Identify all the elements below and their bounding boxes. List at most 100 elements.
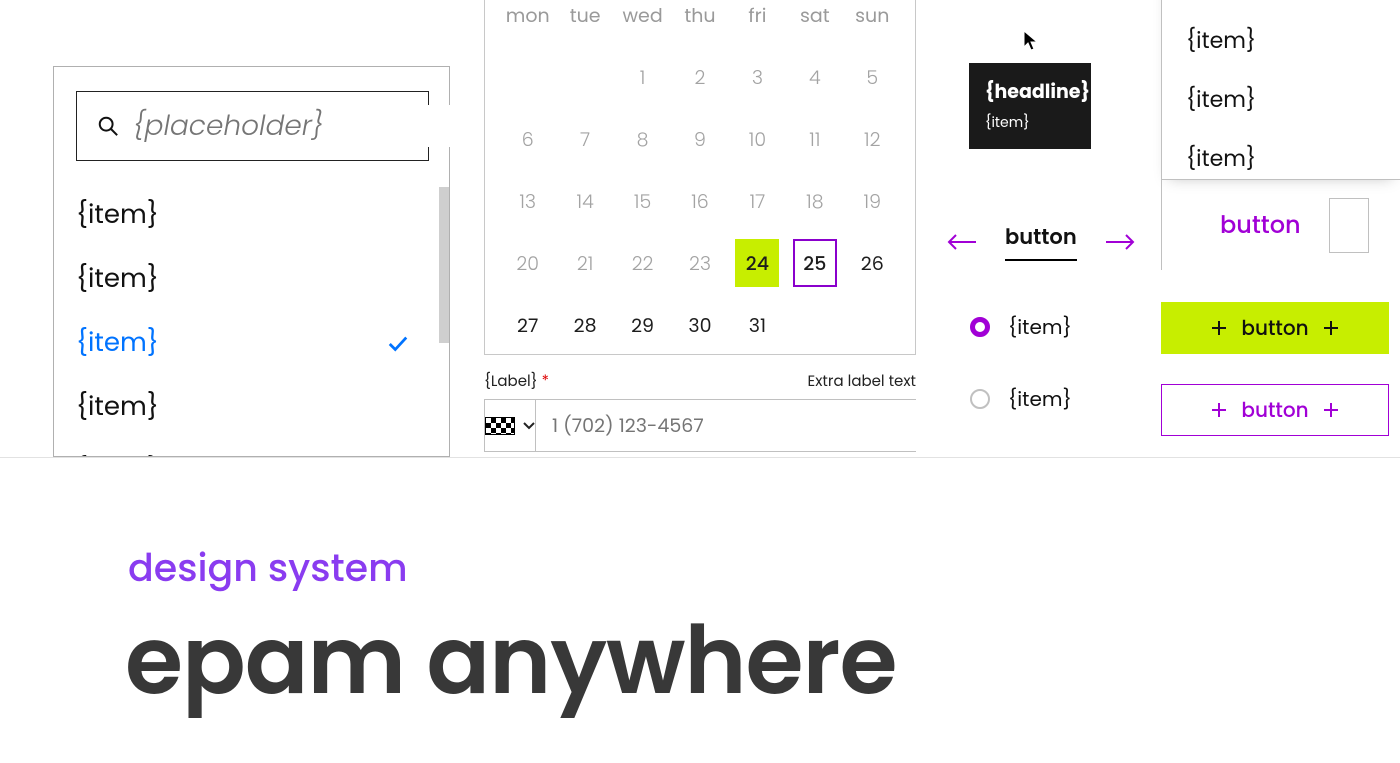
calendar-day[interactable]: 19 <box>844 170 901 232</box>
picker-option-selected[interactable]: {item} <box>54 311 449 375</box>
calendar: mon tue wed thu fri sat sun 123456789101… <box>484 0 916 355</box>
plus-icon <box>1323 320 1339 336</box>
calendar-day[interactable]: 22 <box>614 232 671 294</box>
plus-icon <box>1211 402 1227 418</box>
weekday: fri <box>729 0 786 46</box>
weekday: mon <box>499 0 556 46</box>
arrow-left-icon[interactable] <box>947 233 977 251</box>
calendar-day[interactable]: 3 <box>729 46 786 108</box>
calendar-day[interactable]: 28 <box>556 294 613 356</box>
calendar-day[interactable]: 7 <box>556 108 613 170</box>
picker-option-list: {item} {item} {item} {item} {item} <box>54 183 449 456</box>
calendar-day[interactable]: 4 <box>786 46 843 108</box>
calendar-day[interactable]: 16 <box>671 170 728 232</box>
cursor-icon <box>1023 30 1039 52</box>
calendar-day[interactable]: 1 <box>614 46 671 108</box>
calendar-day <box>844 294 901 356</box>
radio-option[interactable]: {item} <box>970 312 1072 342</box>
weekday: sat <box>786 0 843 46</box>
calendar-weekday-row: mon tue wed thu fri sat sun <box>499 0 901 46</box>
picker-option-label: {item} <box>76 196 159 235</box>
calendar-day[interactable]: 10 <box>729 108 786 170</box>
chevron-down-icon <box>523 422 535 430</box>
field-label-text: {Label} <box>484 371 538 392</box>
dropdown-footer-secondary[interactable] <box>1329 198 1369 253</box>
tooltip-headline: {headline} <box>985 77 1075 106</box>
calendar-day[interactable]: 26 <box>844 232 901 294</box>
picker-option-label: {item} <box>76 388 159 427</box>
section-divider <box>0 457 1400 458</box>
field-extra-label: Extra label text <box>808 370 916 393</box>
radio-label: {item} <box>1008 312 1072 342</box>
hero-title: epam anywhere <box>125 590 897 731</box>
calendar-day[interactable]: 13 <box>499 170 556 232</box>
menu-item[interactable]: {item} <box>1186 24 1400 57</box>
calendar-day[interactable]: 31 <box>729 294 786 356</box>
nav-button-label[interactable]: button <box>1005 222 1077 261</box>
radio-option[interactable]: {item} <box>970 384 1072 414</box>
plus-icon <box>1323 402 1339 418</box>
picker-option-label: {item} <box>76 452 159 456</box>
weekday: thu <box>671 0 728 46</box>
calendar-day[interactable]: 20 <box>499 232 556 294</box>
country-selector[interactable] <box>485 400 536 451</box>
calendar-day[interactable]: 18 <box>786 170 843 232</box>
dropdown-menu: {item} {item} {item} {item} <box>1161 0 1400 180</box>
arrow-right-icon[interactable] <box>1105 233 1135 251</box>
primary-button[interactable]: button <box>1161 302 1389 354</box>
menu-item[interactable]: {item} <box>1186 83 1400 116</box>
phone-input[interactable] <box>536 400 935 451</box>
calendar-day[interactable]: 29 <box>614 294 671 356</box>
weekday: tue <box>556 0 613 46</box>
radio-group: {item} {item} <box>970 312 1072 414</box>
calendar-day[interactable]: 8 <box>614 108 671 170</box>
picker-option[interactable]: {item} <box>54 375 449 439</box>
search-picker-panel: {item} {item} {item} {item} {item} <box>53 66 450 457</box>
picker-option[interactable]: {item} <box>54 247 449 311</box>
calendar-day[interactable]: 15 <box>614 170 671 232</box>
calendar-day[interactable]: 9 <box>671 108 728 170</box>
radio-indicator <box>970 389 990 409</box>
dropdown-footer-button[interactable]: button <box>1220 208 1301 243</box>
dropdown-footer: button <box>1161 180 1400 270</box>
calendar-day[interactable]: 2 <box>671 46 728 108</box>
primary-button-label: button <box>1241 313 1308 343</box>
picker-option[interactable]: {item} <box>54 439 449 456</box>
flag-icon <box>485 417 515 435</box>
calendar-day[interactable]: 6 <box>499 108 556 170</box>
picker-option[interactable]: {item} <box>54 183 449 247</box>
radio-indicator <box>970 317 990 337</box>
calendar-day[interactable]: 11 <box>786 108 843 170</box>
calendar-day[interactable]: 5 <box>844 46 901 108</box>
calendar-day[interactable]: 17 <box>729 170 786 232</box>
search-icon <box>97 115 119 137</box>
field-label: {Label}* <box>484 370 549 393</box>
nav-button-group: button <box>947 222 1135 261</box>
calendar-day <box>556 46 613 108</box>
phone-input-wrapper <box>484 399 916 452</box>
required-asterisk: * <box>542 371 549 392</box>
calendar-grid: 1234567891011121314151617181920212223242… <box>499 46 901 356</box>
weekday: wed <box>614 0 671 46</box>
calendar-day[interactable]: 23 <box>671 232 728 294</box>
calendar-day <box>499 46 556 108</box>
calendar-day[interactable]: 24 <box>729 232 786 294</box>
outline-button-label: button <box>1241 395 1308 425</box>
menu-item[interactable]: {item} <box>1186 142 1400 175</box>
weekday: sun <box>844 0 901 46</box>
calendar-day[interactable]: 27 <box>499 294 556 356</box>
calendar-day[interactable]: 25 <box>786 232 843 294</box>
radio-label: {item} <box>1008 384 1072 414</box>
check-icon <box>387 333 409 355</box>
search-input-wrapper[interactable] <box>76 91 429 161</box>
calendar-day[interactable]: 14 <box>556 170 613 232</box>
phone-field: {Label}* Extra label text <box>484 370 916 452</box>
calendar-day <box>786 294 843 356</box>
outline-button[interactable]: button <box>1161 384 1389 436</box>
calendar-day[interactable]: 12 <box>844 108 901 170</box>
picker-option-label: {item} <box>76 260 159 299</box>
scrollbar-thumb[interactable] <box>439 187 449 343</box>
calendar-day[interactable]: 21 <box>556 232 613 294</box>
tooltip: {headline} {item} <box>969 63 1091 149</box>
calendar-day[interactable]: 30 <box>671 294 728 356</box>
